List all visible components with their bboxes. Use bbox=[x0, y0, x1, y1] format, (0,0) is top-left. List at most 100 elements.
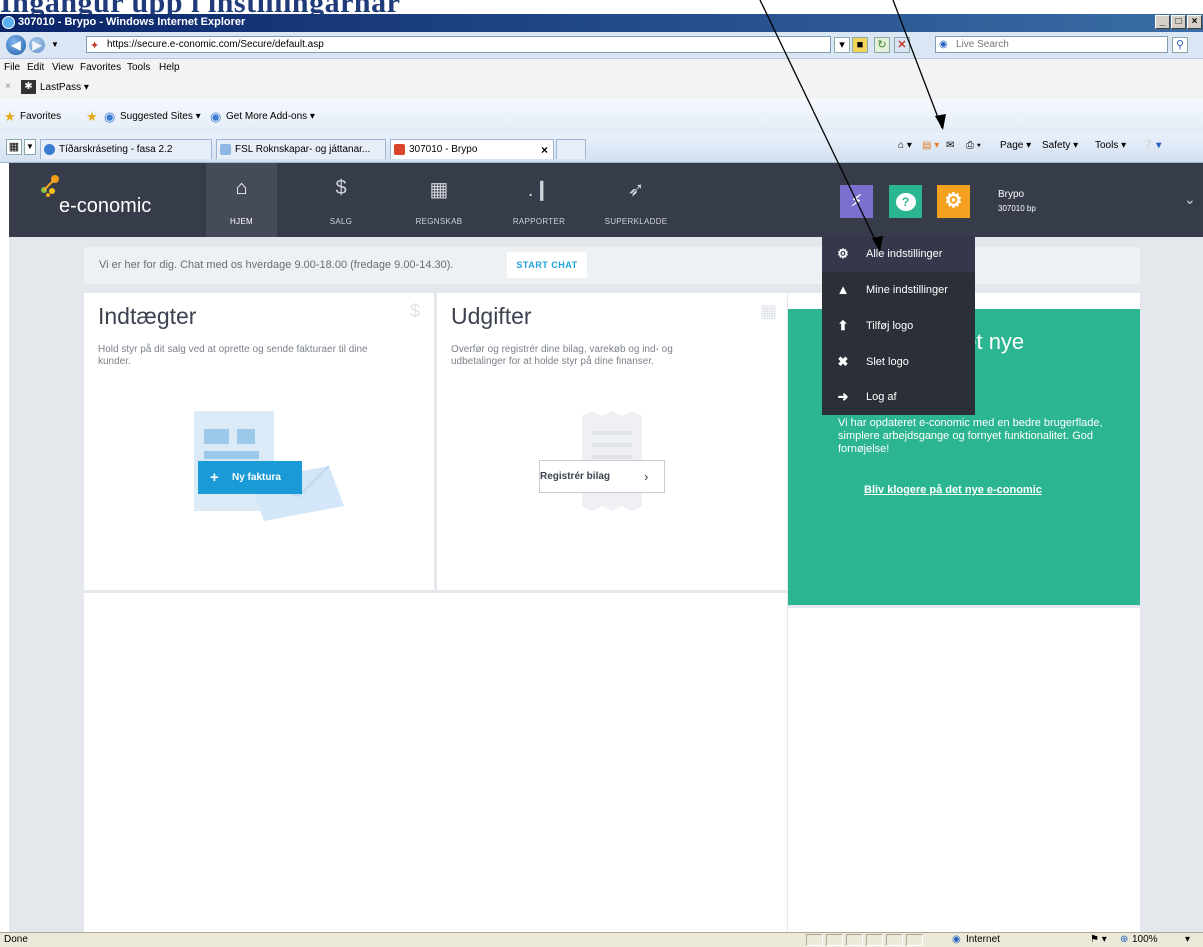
income-description: Hold styr på dit salg ved at oprette og … bbox=[98, 344, 368, 367]
print-icon[interactable]: ⎙ ▾ bbox=[966, 140, 981, 151]
menu-item-my-settings[interactable]: ▲ Mine indstillinger bbox=[822, 272, 975, 308]
menu-item-log-out[interactable]: ➜ Log af bbox=[822, 379, 975, 415]
start-chat-button[interactable]: START CHAT bbox=[507, 252, 587, 278]
page-menu[interactable]: Page ▾ bbox=[1000, 140, 1031, 151]
history-dropdown-icon[interactable]: ▼ bbox=[51, 40, 59, 49]
economic-favicon-icon bbox=[394, 144, 405, 155]
status-cell bbox=[886, 934, 903, 946]
live-search-icon: ◉ bbox=[939, 39, 948, 50]
expenses-card: ▦ Udgifter Overfør og registrér dine bil… bbox=[437, 293, 787, 590]
search-input[interactable]: ◉ Live Search bbox=[935, 36, 1168, 53]
receipt-icon: ▦ bbox=[760, 301, 778, 321]
quick-tabs-icon[interactable]: ▦ bbox=[6, 139, 22, 155]
chevron-down-icon[interactable]: ⌄ bbox=[1184, 191, 1196, 208]
rocket-icon: ➶ bbox=[627, 179, 645, 201]
tools-menu[interactable]: Tools ▾ bbox=[1095, 140, 1126, 151]
suggested-sites-link[interactable]: Suggested Sites ▾ bbox=[120, 111, 201, 122]
expenses-title: Udgifter bbox=[451, 303, 532, 329]
tab-tidarskraseting[interactable]: Tíðarskráseting - fasa 2.2 bbox=[40, 139, 212, 159]
status-cell bbox=[866, 934, 883, 946]
nav-hjem[interactable]: ⌂ HJEM bbox=[206, 163, 277, 237]
new-invoice-button[interactable]: + Ny faktura bbox=[198, 461, 302, 494]
address-dropdown-icon[interactable]: ▾ bbox=[834, 37, 850, 53]
sign-out-icon: ➜ bbox=[837, 389, 849, 404]
gear-icon: ⚙ bbox=[944, 190, 963, 212]
stop-icon[interactable]: ✕ bbox=[894, 37, 910, 53]
e-conomic-logo-icon bbox=[41, 175, 59, 194]
menu-edit[interactable]: Edit bbox=[27, 62, 44, 73]
lightning-icon: ⚡︎ bbox=[850, 193, 863, 210]
promo-link[interactable]: Bliv klogere på det nye e-conomic bbox=[864, 484, 1042, 496]
zoom-dropdown-icon[interactable]: ▾ bbox=[1185, 934, 1190, 945]
chevron-right-icon: › bbox=[644, 469, 649, 484]
lock-icon[interactable]: ■ bbox=[852, 37, 868, 53]
feeds-icon[interactable]: ▤ ▾ bbox=[922, 140, 939, 151]
favorites-bar: ★ Favorites ★ ◉ Suggested Sites ▾ ◉ Get … bbox=[0, 99, 1203, 134]
nav-rapporter[interactable]: .❙ RAPPORTER bbox=[499, 163, 579, 237]
ie-suggested-icon: ◉ bbox=[104, 109, 116, 124]
chat-banner: Vi er her for dig. Chat med os hverdage … bbox=[84, 247, 1140, 284]
search-button-icon[interactable]: ⚲ bbox=[1172, 37, 1188, 53]
new-tab-button[interactable] bbox=[556, 139, 586, 159]
user-name[interactable]: Brypo bbox=[998, 189, 1024, 200]
home-icon: ⌂ bbox=[235, 177, 248, 199]
lastpass-close-icon[interactable]: × bbox=[5, 81, 11, 92]
settings-button[interactable]: ⚙ bbox=[937, 185, 970, 218]
lastpass-icon: ✱ bbox=[21, 80, 36, 94]
app-logo[interactable]: e-conomic bbox=[59, 195, 151, 218]
lightning-button[interactable]: ⚡︎ bbox=[840, 185, 873, 218]
menu-item-all-settings[interactable]: ⚙ Alle indstillinger bbox=[822, 236, 975, 272]
forward-button[interactable]: ▶ bbox=[29, 37, 45, 53]
zoom-icon[interactable]: ⊕ bbox=[1120, 934, 1128, 945]
menu-item-add-logo[interactable]: ⬆ Tilføj logo bbox=[822, 308, 975, 344]
get-addons-link[interactable]: Get More Add-ons ▾ bbox=[226, 111, 315, 122]
back-button[interactable]: ◀ bbox=[6, 35, 26, 55]
menu-help[interactable]: Help bbox=[159, 62, 180, 73]
address-field[interactable]: ✦ https://secure.e-conomic.com/Secure/de… bbox=[86, 36, 831, 53]
maximize-button[interactable]: □ bbox=[1171, 15, 1186, 29]
ie-page-icon bbox=[44, 144, 55, 155]
document-heading: Ingangur upp í instillingarnar bbox=[0, 0, 1203, 14]
menu-favorites[interactable]: Favorites bbox=[80, 62, 121, 73]
close-tab-icon[interactable]: × bbox=[541, 143, 548, 157]
user-company[interactable]: 307010 bp bbox=[998, 204, 1036, 213]
zoom-level[interactable]: 100% bbox=[1132, 934, 1158, 945]
main-content: Vi er her for dig. Chat med os hverdage … bbox=[9, 237, 1203, 932]
lastpass-menu[interactable]: LastPass ▾ bbox=[40, 82, 89, 93]
status-cell bbox=[906, 934, 923, 946]
nav-regnskab[interactable]: ▦ REGNSKAB bbox=[404, 163, 474, 237]
refresh-icon[interactable]: ↻ bbox=[874, 37, 890, 53]
favorites-star-icon: ★ bbox=[4, 109, 16, 124]
favorites-button[interactable]: Favorites bbox=[20, 111, 61, 122]
status-text: Done bbox=[4, 934, 28, 945]
security-zone[interactable]: Internet bbox=[966, 934, 1000, 945]
tab-list-icon[interactable]: ▼ bbox=[24, 139, 36, 155]
register-voucher-button[interactable]: Registrér bilag › bbox=[539, 460, 665, 493]
menu-item-delete-logo[interactable]: ✖ Slet logo bbox=[822, 344, 975, 380]
protected-mode-icon[interactable]: ⚑ ▾ bbox=[1090, 934, 1107, 945]
add-favorite-icon[interactable]: ★ bbox=[86, 109, 98, 125]
help-icon[interactable]: ❔ ▾ bbox=[1141, 140, 1161, 151]
bar-chart-icon: .❙ bbox=[527, 179, 551, 201]
home-icon[interactable]: ⌂ ▾ bbox=[898, 140, 912, 151]
safety-menu[interactable]: Safety ▾ bbox=[1042, 140, 1078, 151]
tab-brypo[interactable]: 307010 - Brypo × bbox=[390, 139, 554, 159]
menu-tools[interactable]: Tools bbox=[127, 62, 150, 73]
doc-page-icon bbox=[220, 144, 231, 155]
logo-dot bbox=[46, 193, 50, 197]
nav-superkladde[interactable]: ➶ SUPERKLADDE bbox=[591, 163, 681, 237]
close-window-button[interactable]: × bbox=[1187, 15, 1202, 29]
menu-view[interactable]: View bbox=[52, 62, 74, 73]
minimize-button[interactable]: _ bbox=[1155, 15, 1170, 29]
chat-button[interactable]: ? bbox=[889, 185, 922, 218]
tab-fsl[interactable]: FSL Roknskapar- og játtanar... bbox=[216, 139, 386, 159]
mail-icon[interactable]: ✉ bbox=[946, 140, 954, 151]
empty-panel-left bbox=[84, 593, 787, 932]
globe-icon: ◉ bbox=[952, 934, 961, 945]
income-title: Indtægter bbox=[98, 303, 197, 329]
dollar-icon: $ bbox=[335, 177, 347, 199]
menu-file[interactable]: File bbox=[4, 62, 20, 73]
window-titlebar: 307010 - Brypo - Windows Internet Explor… bbox=[0, 14, 1203, 32]
x-icon: ✖ bbox=[837, 354, 849, 369]
nav-salg[interactable]: $ SALG bbox=[306, 163, 376, 237]
